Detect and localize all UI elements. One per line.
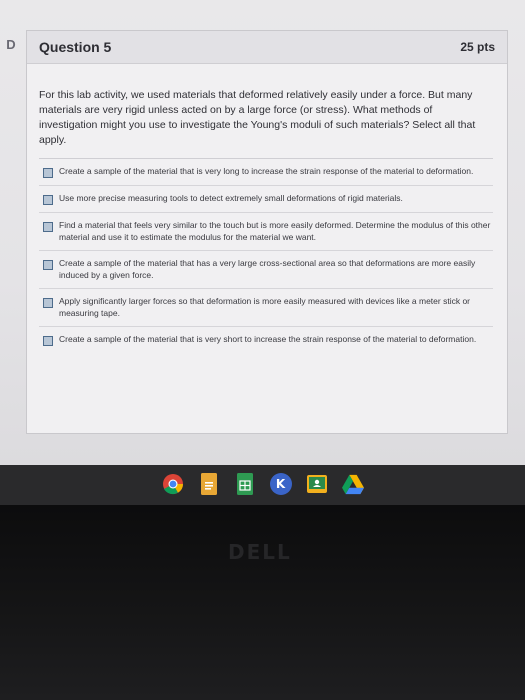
- checkbox[interactable]: [43, 336, 53, 346]
- drive-icon[interactable]: [341, 473, 364, 495]
- checkbox[interactable]: [43, 298, 53, 308]
- answer-option[interactable]: Use more precise measuring tools to dete…: [39, 185, 493, 212]
- question-points: 25 pts: [460, 40, 495, 54]
- answer-option[interactable]: Create a sample of the material that is …: [39, 158, 493, 185]
- classroom-icon[interactable]: [306, 473, 328, 495]
- taskbar: K: [0, 462, 525, 506]
- question-title: Question 5: [39, 39, 112, 55]
- answer-option[interactable]: Find a material that feels very similar …: [39, 212, 493, 250]
- checkbox[interactable]: [43, 168, 53, 178]
- checkbox[interactable]: [43, 222, 53, 232]
- answer-text: Create a sample of the material that is …: [59, 334, 477, 344]
- checkbox[interactable]: [43, 195, 53, 205]
- answer-text: Create a sample of the material that is …: [59, 166, 474, 176]
- k-app-icon[interactable]: K: [269, 473, 292, 495]
- checkbox[interactable]: [43, 260, 53, 270]
- question-prompt: For this lab activity, we used materials…: [39, 89, 476, 146]
- dell-logo: DELL: [228, 540, 292, 564]
- answer-option[interactable]: Apply significantly larger forces so tha…: [39, 288, 493, 326]
- answer-text: Use more precise measuring tools to dete…: [59, 193, 403, 203]
- chrome-icon[interactable]: [162, 473, 184, 495]
- question-header: Question 5 25 pts: [27, 31, 507, 64]
- answer-option[interactable]: Create a sample of the material that is …: [39, 326, 493, 353]
- laptop-bezel: [0, 505, 525, 700]
- answer-option[interactable]: Create a sample of the material that has…: [39, 250, 493, 288]
- sheets-icon[interactable]: [234, 473, 256, 495]
- screen: D Question 5 25 pts For this lab activit…: [0, 0, 525, 465]
- side-nav-tab[interactable]: D: [0, 33, 22, 55]
- answer-text: Apply significantly larger forces so tha…: [59, 296, 471, 318]
- docs-icon[interactable]: [198, 473, 220, 495]
- answer-text: Create a sample of the material that has…: [59, 258, 476, 280]
- answer-list: Create a sample of the material that is …: [39, 158, 493, 353]
- question-card: Question 5 25 pts For this lab activity,…: [26, 30, 508, 434]
- answer-text: Find a material that feels very similar …: [59, 220, 491, 242]
